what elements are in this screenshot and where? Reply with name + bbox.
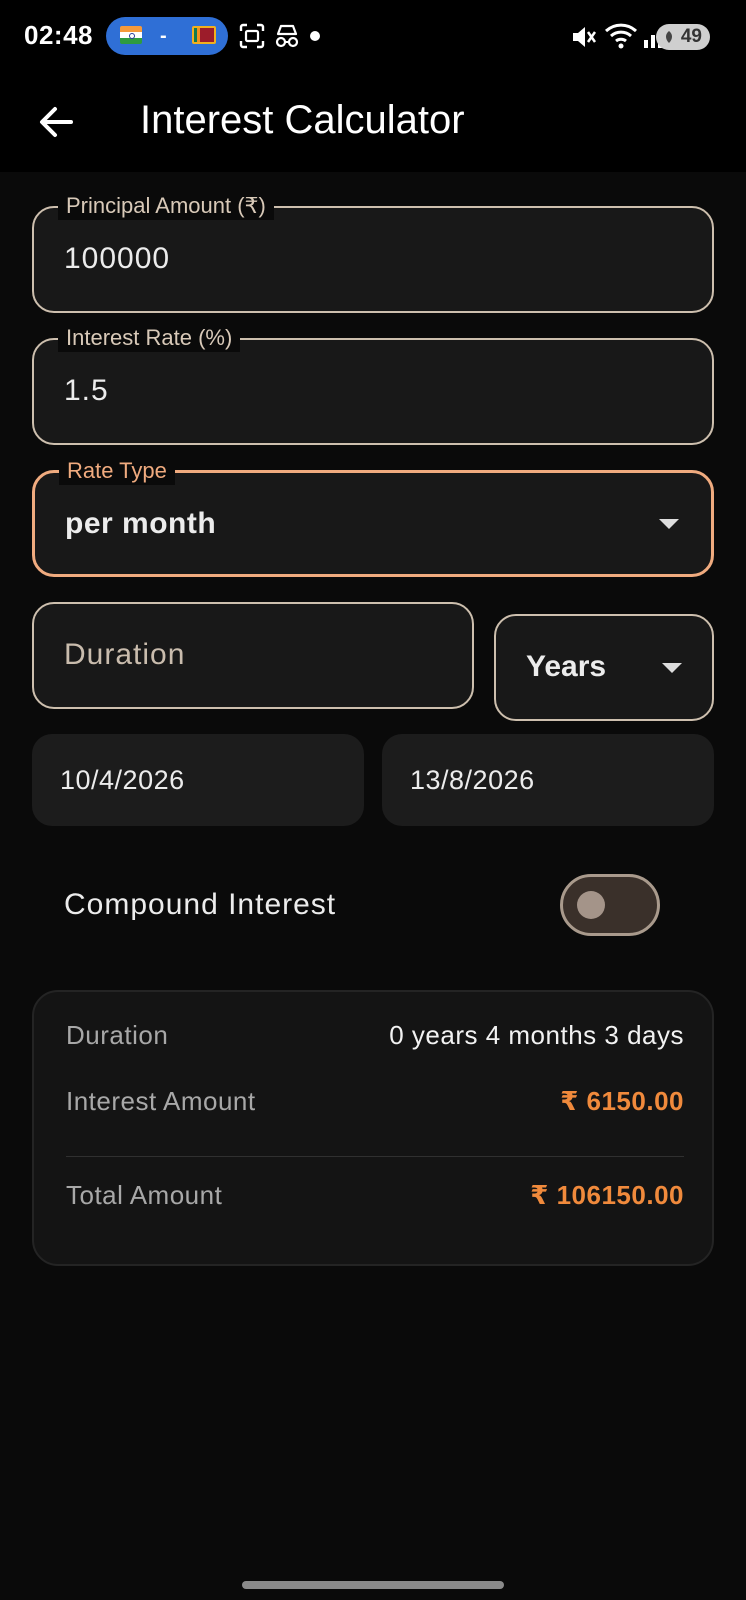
dropdown-caret-icon xyxy=(659,519,679,529)
interest-rate-field[interactable]: Interest Rate (%) 1.5 xyxy=(32,324,714,445)
result-total-value: ₹ 106150.00 xyxy=(530,1180,684,1210)
india-flag-icon xyxy=(120,26,142,44)
start-date-button[interactable]: 10/4/2026 xyxy=(32,734,364,826)
result-interest-label: Interest Amount xyxy=(66,1086,256,1116)
duration-unit-value: Years xyxy=(526,650,607,683)
start-date-value: 10/4/2026 xyxy=(60,765,185,795)
duration-placeholder: Duration xyxy=(64,638,186,671)
home-indicator[interactable] xyxy=(242,1581,504,1589)
status-time: 02:48 xyxy=(24,20,93,50)
interest-rate-label: Interest Rate (%) xyxy=(58,324,241,352)
status-bar: 02:48 - 49 xyxy=(0,0,746,72)
interest-rate-value[interactable]: 1.5 xyxy=(64,374,109,408)
status-icons-right: 49 xyxy=(546,0,746,72)
compound-interest-switch[interactable] xyxy=(560,874,660,936)
principal-value[interactable]: 100000 xyxy=(64,242,170,276)
principal-label: Principal Amount (₹) xyxy=(58,192,274,220)
notification-dot xyxy=(310,31,320,41)
battery-level: 49 xyxy=(680,26,702,47)
mute-icon xyxy=(573,27,597,47)
page-title: Interest Calculator xyxy=(140,98,465,142)
result-duration-value: 0 years 4 months 3 days xyxy=(389,1020,684,1050)
app-bar: Interest Calculator xyxy=(0,72,746,172)
incognito-icon xyxy=(275,24,299,48)
compound-interest-row: Compound Interest xyxy=(0,860,746,950)
result-total-label: Total Amount xyxy=(66,1180,223,1210)
dropdown-caret-icon xyxy=(662,663,682,673)
result-card: Duration 0 years 4 months 3 days Interes… xyxy=(32,990,714,1266)
end-date-value: 13/8/2026 xyxy=(410,765,535,795)
result-divider xyxy=(66,1156,684,1157)
screenshot-icon xyxy=(239,23,265,49)
result-interest-value: ₹ 6150.00 xyxy=(560,1086,684,1116)
battery-indicator: 49 xyxy=(656,24,710,50)
sri-lanka-flag-icon xyxy=(192,26,216,44)
pill-dash: - xyxy=(160,25,167,47)
rate-type-label: Rate Type xyxy=(59,457,175,485)
leaf-icon xyxy=(666,31,672,43)
rate-type-select[interactable]: Rate Type per month xyxy=(32,457,714,577)
duration-unit-select[interactable]: Years xyxy=(494,614,714,721)
currency-pill: - xyxy=(106,17,228,55)
wifi-icon xyxy=(604,23,638,49)
result-total-row: Total Amount ₹ 106150.00 xyxy=(66,1176,684,1216)
switch-knob xyxy=(577,891,605,919)
principal-field[interactable]: Principal Amount (₹) 100000 xyxy=(32,192,714,313)
duration-input[interactable]: Duration xyxy=(32,602,474,709)
result-duration-label: Duration xyxy=(66,1020,169,1050)
rate-type-value[interactable]: per month xyxy=(65,507,216,541)
result-duration-row: Duration 0 years 4 months 3 days xyxy=(66,1016,684,1056)
arrow-left-icon xyxy=(40,107,73,137)
compound-interest-label: Compound Interest xyxy=(64,888,337,921)
back-button[interactable] xyxy=(30,96,82,148)
end-date-button[interactable]: 13/8/2026 xyxy=(382,734,714,826)
result-interest-row: Interest Amount ₹ 6150.00 xyxy=(66,1082,684,1122)
